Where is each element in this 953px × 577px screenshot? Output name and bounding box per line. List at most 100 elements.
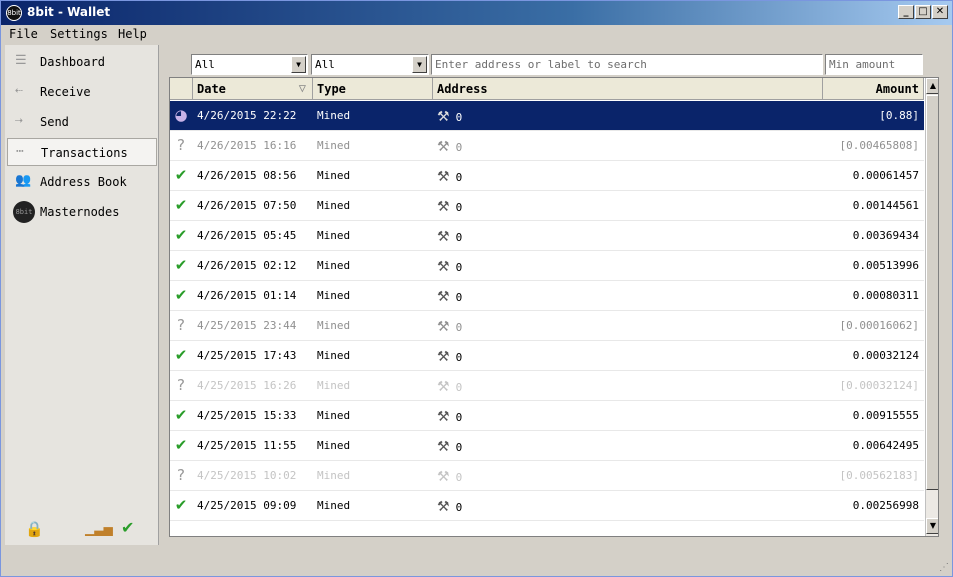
row-address-label: 0 — [455, 441, 463, 454]
table-row[interactable]: ✔ 4/25/2015 11:55 Mined ⚒ 0 0.00642495 — [170, 431, 924, 461]
row-amount: 0.00256998 — [852, 499, 919, 512]
search-input[interactable]: Enter address or label to search — [431, 54, 823, 75]
amount-column-header[interactable]: Amount — [823, 78, 924, 100]
table-row[interactable]: ✔ 4/25/2015 15:33 Mined ⚒ 0 0.00915555 — [170, 401, 924, 431]
table-row[interactable]: ✔ 4/26/2015 07:50 Mined ⚒ 0 0.00144561 — [170, 191, 924, 221]
row-amount: 0.00369434 — [852, 229, 919, 242]
scroll-up-icon[interactable]: ▲ — [926, 78, 938, 94]
type-filter-select[interactable]: All ▼ — [311, 54, 429, 75]
row-date: 4/25/2015 10:02 — [197, 469, 297, 482]
table-row[interactable]: ? 4/25/2015 23:44 Mined ⚒ 0 [0.00016062] — [170, 311, 924, 341]
maximize-button[interactable]: □ — [915, 5, 931, 19]
row-address: ⚒ 0 — [433, 221, 823, 251]
unknown-status-icon: ? — [177, 136, 185, 154]
row-amount: [0.00562183] — [839, 469, 919, 482]
row-date: 4/26/2015 01:14 — [197, 289, 297, 302]
confirmed-status-icon: ✔ — [174, 496, 188, 514]
row-address-label: 0 — [455, 321, 463, 334]
sidebar-item-dashboard[interactable]: ☰ Dashboard — [7, 48, 157, 76]
sidebar-item-label: Masternodes — [40, 205, 120, 219]
sidebar-item-label: Send — [40, 115, 69, 129]
confirmed-status-icon: ✔ — [174, 256, 188, 274]
row-address-label: 0 — [455, 501, 463, 514]
send-icon: ⇢ — [15, 113, 23, 128]
table-row[interactable]: ✔ 4/25/2015 09:09 Mined ⚒ 0 0.00256998 — [170, 491, 924, 521]
title-bar[interactable]: 8bit 8bit - Wallet _ □ ✕ — [1, 1, 952, 25]
row-type: Mined — [317, 409, 351, 422]
row-type: Mined — [317, 109, 351, 122]
table-row[interactable]: ✔ 4/25/2015 17:43 Mined ⚒ 0 0.00032124 — [170, 341, 924, 371]
minimize-button[interactable]: _ — [898, 5, 914, 19]
address-column-header[interactable]: Address — [433, 78, 823, 100]
table-row[interactable]: ◕ 4/26/2015 22:22 Mined ⚒ 0 [0.88] — [170, 101, 924, 131]
mined-hammer-icon: ⚒ — [437, 259, 450, 275]
unknown-status-icon: ? — [177, 316, 185, 334]
row-amount: 0.00915555 — [852, 409, 919, 422]
mined-hammer-icon: ⚒ — [437, 229, 450, 245]
table-row[interactable]: ✔ 4/26/2015 08:56 Mined ⚒ 0 0.00061457 — [170, 161, 924, 191]
table-row[interactable]: ✔ 4/26/2015 01:14 Mined ⚒ 0 0.00080311 — [170, 281, 924, 311]
scroll-down-icon[interactable]: ▼ — [926, 518, 938, 534]
row-date: 4/26/2015 05:45 — [197, 229, 297, 242]
table-row[interactable]: ? 4/26/2015 16:16 Mined ⚒ 0 [0.00465808] — [170, 131, 924, 161]
scrollbar-thumb[interactable] — [926, 95, 938, 490]
mined-hammer-icon: ⚒ — [437, 439, 450, 455]
sidebar-item-receive[interactable]: ⇠ Receive — [7, 78, 157, 106]
row-amount: [0.00016062] — [839, 319, 919, 332]
row-address: ⚒ 0 — [433, 341, 823, 371]
chevron-down-icon[interactable]: ▼ — [412, 56, 427, 73]
close-button[interactable]: ✕ — [932, 5, 948, 19]
row-address-label: 0 — [455, 261, 463, 274]
row-amount: 0.00513996 — [852, 259, 919, 272]
min-amount-input[interactable]: Min amount — [825, 54, 923, 75]
table-row[interactable]: ✔ 4/26/2015 02:12 Mined ⚒ 0 0.00513996 — [170, 251, 924, 281]
resize-grip-icon[interactable]: ⋰ — [939, 562, 949, 573]
vertical-scrollbar[interactable]: ▲ ▼ — [925, 78, 938, 536]
mined-hammer-icon: ⚒ — [437, 289, 450, 305]
transactions-panel: All ▼ All ▼ Enter address or label to se… — [163, 51, 943, 541]
table-header: Date ▽ Type Address Amount — [170, 78, 924, 100]
address-book-icon: 👥 — [15, 173, 32, 188]
chevron-down-icon[interactable]: ▼ — [291, 56, 306, 73]
row-date: 4/25/2015 16:26 — [197, 379, 297, 392]
table-row[interactable]: ? 4/25/2015 10:02 Mined ⚒ 0 [0.00562183] — [170, 461, 924, 491]
menu-settings[interactable]: Settings — [50, 27, 108, 41]
date-column-header[interactable]: Date ▽ — [193, 78, 313, 100]
menu-help[interactable]: Help — [118, 27, 147, 41]
row-address: ⚒ 0 — [433, 401, 823, 431]
row-type: Mined — [317, 199, 351, 212]
confirmed-status-icon: ✔ — [174, 286, 188, 304]
row-address: ⚒ 0 — [433, 191, 823, 221]
row-type: Mined — [317, 169, 351, 182]
sidebar-item-address-book[interactable]: 👥 Address Book — [7, 168, 157, 196]
row-date: 4/25/2015 11:55 — [197, 439, 297, 452]
lock-icon[interactable]: 🔒 — [25, 520, 44, 538]
confirmed-status-icon: ✔ — [174, 436, 188, 454]
menu-bar: File Settings Help — [1, 25, 952, 45]
row-amount: 0.00061457 — [852, 169, 919, 182]
mined-hammer-icon: ⚒ — [437, 169, 450, 185]
row-type: Mined — [317, 229, 351, 242]
dashboard-icon: ☰ — [15, 53, 27, 68]
synced-check-icon[interactable]: ✔ — [121, 518, 134, 537]
status-column-header[interactable] — [170, 78, 193, 100]
row-date: 4/25/2015 17:43 — [197, 349, 297, 362]
menu-file[interactable]: File — [9, 27, 38, 41]
table-row[interactable]: ✔ 4/26/2015 05:45 Mined ⚒ 0 0.00369434 — [170, 221, 924, 251]
row-date: 4/25/2015 15:33 — [197, 409, 297, 422]
sidebar-item-masternodes[interactable]: 8bit Masternodes — [7, 198, 157, 226]
wallet-window: 8bit 8bit - Wallet _ □ ✕ File Settings H… — [0, 0, 953, 577]
row-address-label: 0 — [455, 201, 463, 214]
confirmed-status-icon: ✔ — [174, 226, 188, 244]
row-type: Mined — [317, 469, 351, 482]
connections-icon[interactable]: ▁▃▅ — [85, 522, 113, 536]
row-address: ⚒ 0 — [433, 491, 823, 521]
sidebar-item-send[interactable]: ⇢ Send — [7, 108, 157, 136]
sidebar-item-transactions[interactable]: ⋯ Transactions — [7, 138, 157, 166]
row-date: 4/25/2015 23:44 — [197, 319, 297, 332]
row-amount: [0.00465808] — [839, 139, 919, 152]
date-filter-select[interactable]: All ▼ — [191, 54, 308, 75]
table-row[interactable]: ? 4/25/2015 16:26 Mined ⚒ 0 [0.00032124] — [170, 371, 924, 401]
type-column-header[interactable]: Type — [313, 78, 433, 100]
row-amount: 0.00032124 — [852, 349, 919, 362]
